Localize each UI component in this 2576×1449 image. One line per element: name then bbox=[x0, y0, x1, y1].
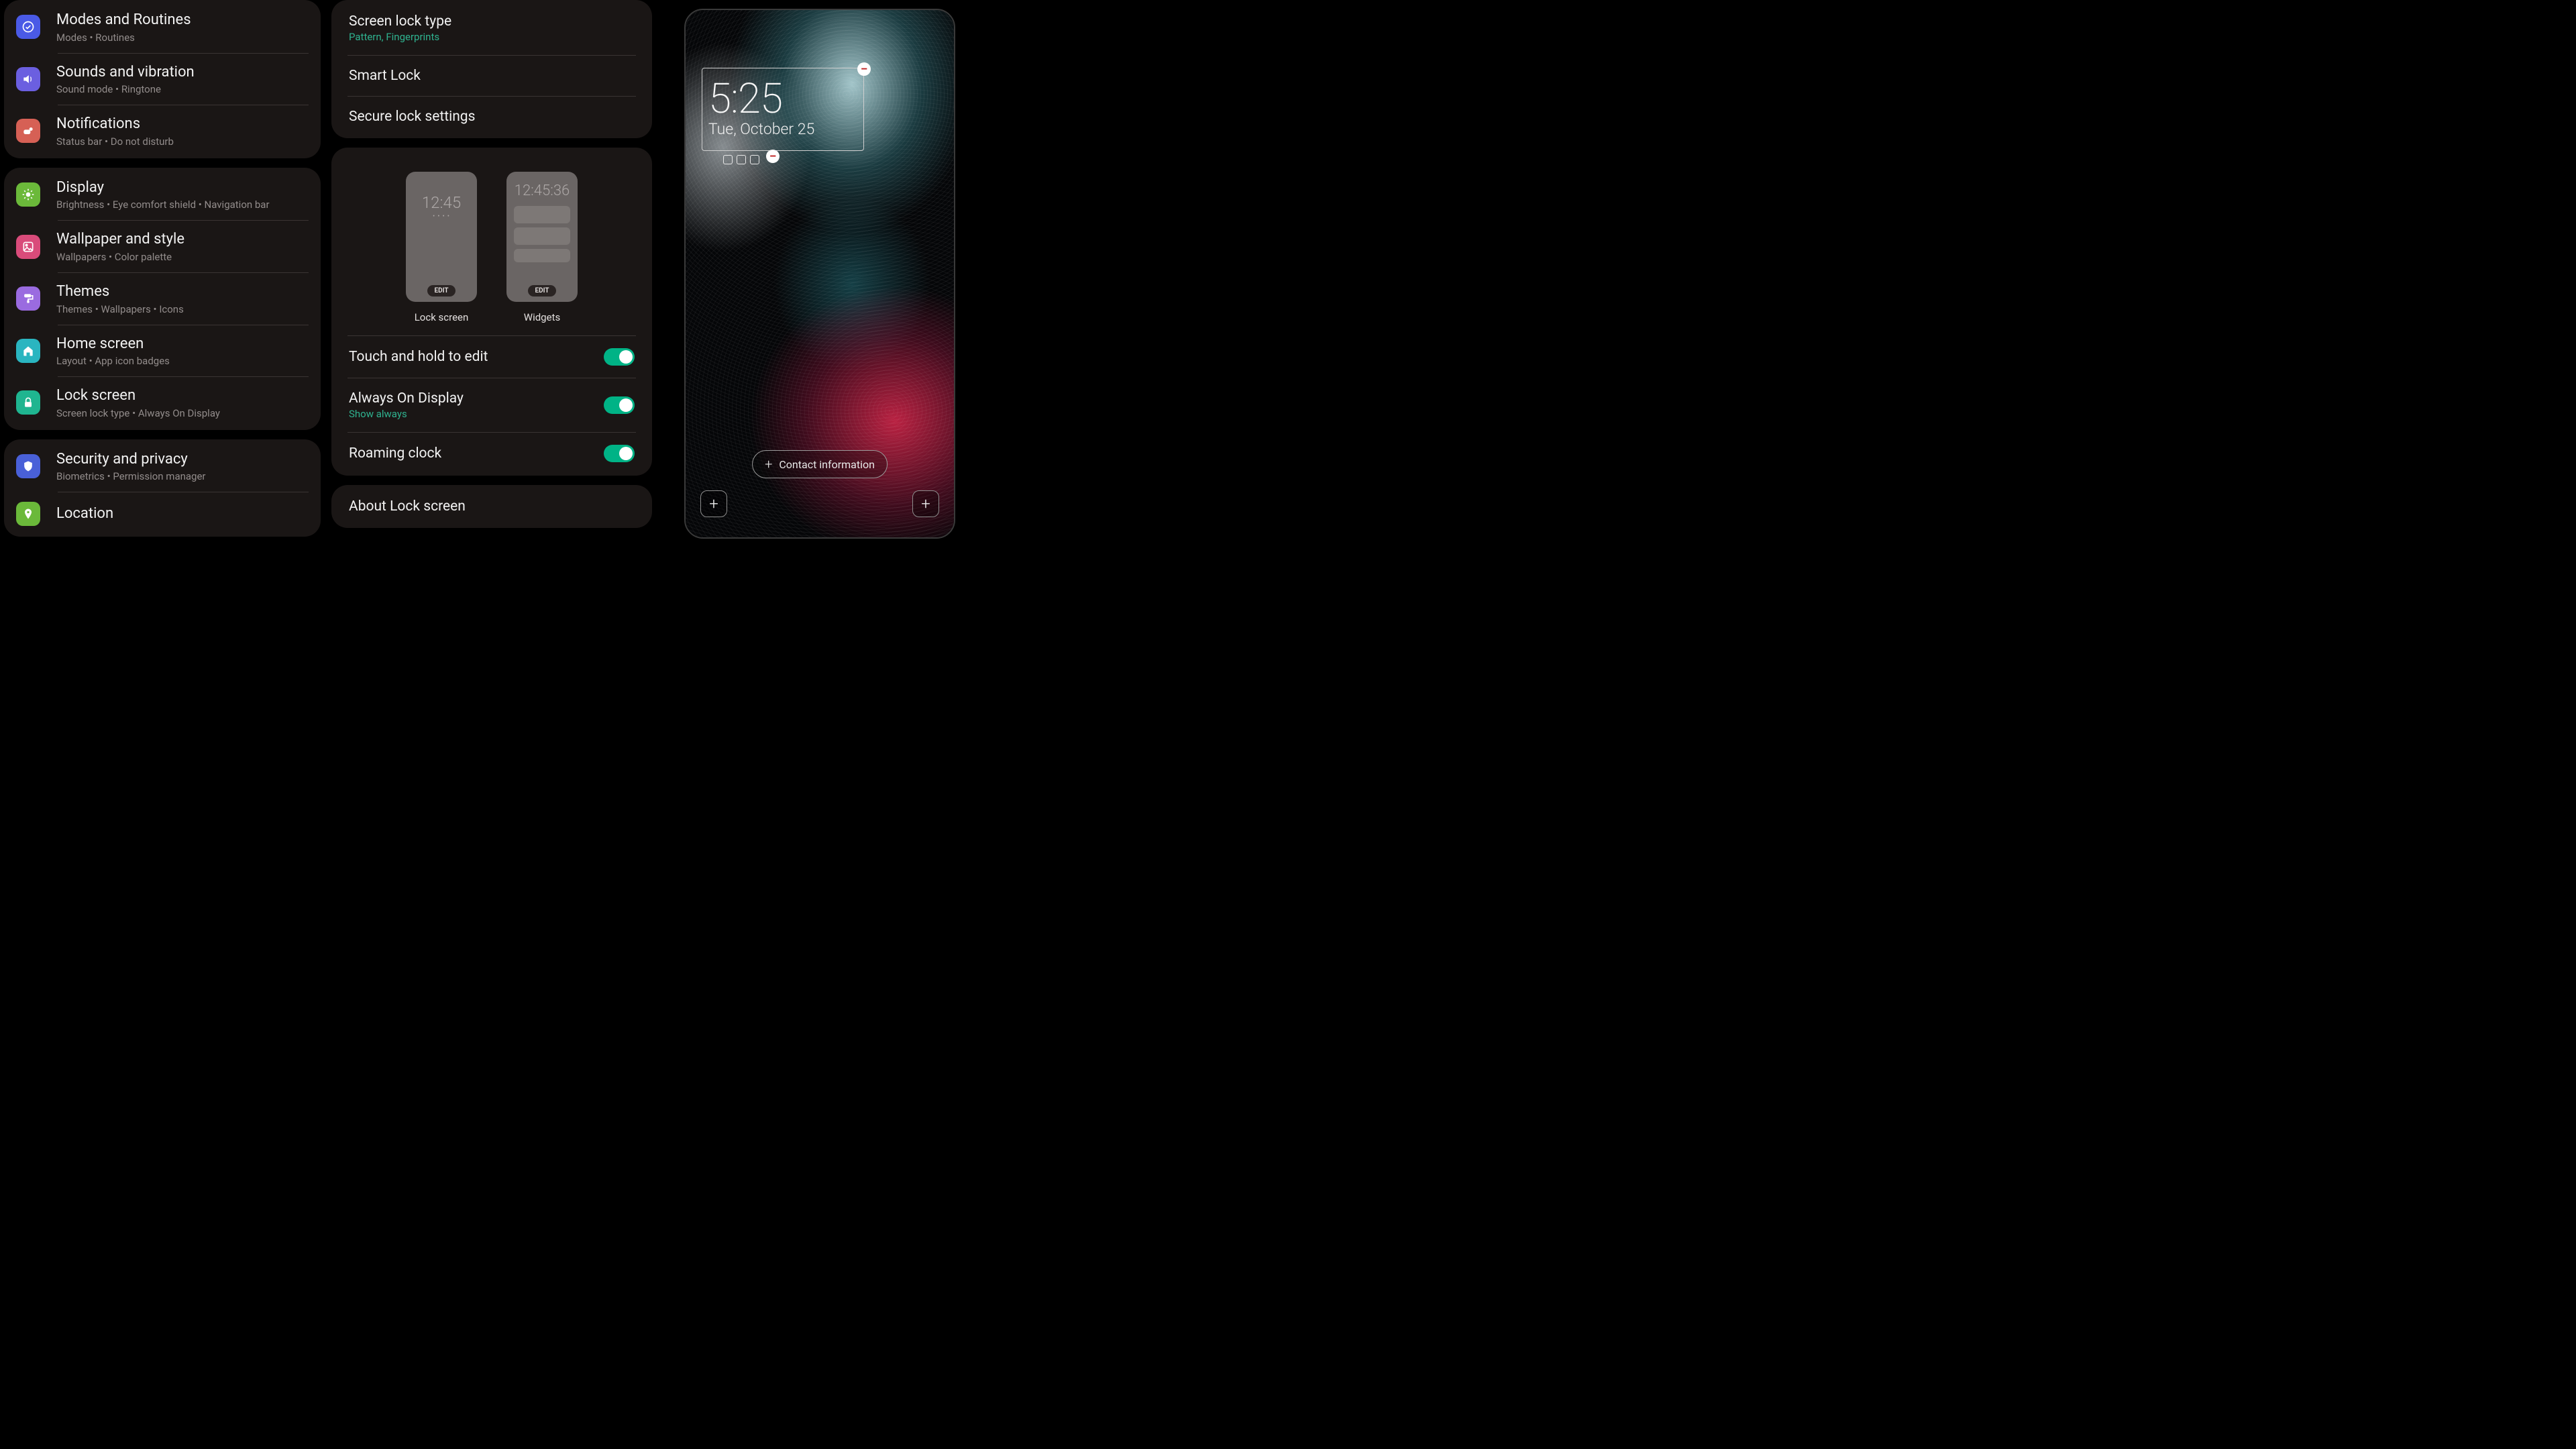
toggle-roaming-clock[interactable] bbox=[604, 445, 635, 462]
row-title: Location bbox=[56, 504, 309, 524]
row-title: Always On Display bbox=[349, 390, 604, 407]
preview-time: 12:45:36 bbox=[515, 182, 570, 199]
row-title: Smart Lock bbox=[349, 68, 421, 84]
preview-label: Lock screen bbox=[415, 311, 469, 323]
row-title: Roaming clock bbox=[349, 445, 604, 462]
row-title: Screen lock type bbox=[349, 13, 635, 30]
notification-icons-widget[interactable] bbox=[723, 155, 759, 164]
row-home-screen[interactable]: Home screen Layout • App icon badges bbox=[4, 325, 321, 377]
row-title: Sounds and vibration bbox=[56, 63, 309, 83]
row-title: Notifications bbox=[56, 115, 309, 134]
edit-button[interactable]: EDIT bbox=[427, 285, 455, 297]
row-title: Secure lock settings bbox=[349, 109, 475, 125]
lockscreen-editor: 5:25 Tue, October 25 – – + Contact infor… bbox=[663, 0, 977, 547]
add-shortcut-right[interactable]: + bbox=[912, 490, 939, 517]
row-display[interactable]: Display Brightness • Eye comfort shield … bbox=[4, 169, 321, 221]
mini-icon bbox=[723, 155, 733, 164]
phone-frame: 5:25 Tue, October 25 – – + Contact infor… bbox=[684, 9, 955, 539]
settings-group-1: Modes and Routines Modes • Routines Soun… bbox=[4, 0, 321, 158]
lock-security-card: Screen lock type Pattern, Fingerprints S… bbox=[331, 0, 652, 138]
row-subtitle: Biometrics • Permission manager bbox=[56, 470, 309, 482]
shield-icon bbox=[16, 454, 40, 478]
widgets-thumbnail: 12:45:36 EDIT bbox=[506, 172, 578, 302]
row-subtitle: Status bar • Do not disturb bbox=[56, 136, 309, 148]
settings-list: Modes and Routines Modes • Routines Soun… bbox=[0, 0, 325, 547]
row-subtitle: Brightness • Eye comfort shield • Naviga… bbox=[56, 199, 309, 211]
contact-information-button[interactable]: + Contact information bbox=[752, 450, 888, 478]
preview-widgets[interactable]: 12:45:36 EDIT Widgets bbox=[506, 172, 578, 323]
row-location[interactable]: Location bbox=[4, 492, 321, 535]
settings-group-2: Display Brightness • Eye comfort shield … bbox=[4, 168, 321, 430]
row-themes[interactable]: Themes Themes • Wallpapers • Icons bbox=[4, 273, 321, 325]
row-title: Touch and hold to edit bbox=[349, 349, 604, 365]
row-value: Show always bbox=[349, 408, 604, 420]
row-subtitle: Layout • App icon badges bbox=[56, 355, 309, 367]
preview-row: 12:45 • • • • EDIT Lock screen 12:45:36 … bbox=[331, 149, 652, 335]
row-secure-lock-settings[interactable]: Secure lock settings bbox=[331, 97, 652, 137]
row-lock-screen[interactable]: Lock screen Screen lock type • Always On… bbox=[4, 377, 321, 429]
remove-clock-button[interactable]: – bbox=[857, 62, 871, 76]
row-touch-hold-edit[interactable]: Touch and hold to edit bbox=[331, 336, 652, 378]
row-always-on-display[interactable]: Always On Display Show always bbox=[331, 378, 652, 432]
widget-bar bbox=[514, 206, 570, 223]
row-subtitle: Themes • Wallpapers • Icons bbox=[56, 303, 309, 315]
home-icon bbox=[16, 339, 40, 363]
row-roaming-clock[interactable]: Roaming clock bbox=[331, 433, 652, 474]
preview-label: Widgets bbox=[524, 311, 560, 323]
row-title: Modes and Routines bbox=[56, 11, 309, 30]
preview-time: 12:45 bbox=[422, 193, 461, 212]
lock-appearance-card: 12:45 • • • • EDIT Lock screen 12:45:36 … bbox=[331, 148, 652, 476]
widget-bar bbox=[514, 249, 570, 262]
toggle-aod[interactable] bbox=[604, 396, 635, 414]
lock-screen-settings: Screen lock type Pattern, Fingerprints S… bbox=[331, 0, 656, 547]
row-subtitle: Screen lock type • Always On Display bbox=[56, 407, 309, 419]
row-value: Pattern, Fingerprints bbox=[349, 31, 635, 43]
mini-icon bbox=[737, 155, 746, 164]
row-about-lock-screen[interactable]: About Lock screen bbox=[331, 486, 652, 527]
settings-group-3: Security and privacy Biometrics • Permis… bbox=[4, 439, 321, 537]
row-subtitle: Modes • Routines bbox=[56, 32, 309, 44]
check-circle-icon bbox=[16, 15, 40, 39]
toggle-touch-hold[interactable] bbox=[604, 348, 635, 366]
row-title: Wallpaper and style bbox=[56, 230, 309, 250]
add-shortcut-left[interactable]: + bbox=[700, 490, 727, 517]
paint-roller-icon bbox=[16, 286, 40, 311]
row-notifications[interactable]: Notifications Status bar • Do not distur… bbox=[4, 105, 321, 157]
location-pin-icon bbox=[16, 502, 40, 526]
preview-dots: • • • • bbox=[433, 213, 450, 220]
speaker-icon bbox=[16, 67, 40, 91]
row-title: Home screen bbox=[56, 335, 309, 354]
lockscreen-thumbnail: 12:45 • • • • EDIT bbox=[406, 172, 477, 302]
row-title: Security and privacy bbox=[56, 450, 309, 470]
row-subtitle: Wallpapers • Color palette bbox=[56, 251, 309, 263]
edit-button[interactable]: EDIT bbox=[528, 285, 555, 297]
lockscreen-overlay: 5:25 Tue, October 25 – – + Contact infor… bbox=[686, 10, 954, 537]
clock-time[interactable]: 5:25 bbox=[708, 74, 782, 123]
mini-icon bbox=[750, 155, 759, 164]
about-card: About Lock screen bbox=[331, 485, 652, 528]
row-title: About Lock screen bbox=[349, 498, 466, 515]
row-wallpaper-style[interactable]: Wallpaper and style Wallpapers • Color p… bbox=[4, 221, 321, 272]
row-screen-lock-type[interactable]: Screen lock type Pattern, Fingerprints bbox=[331, 1, 652, 55]
notification-icon bbox=[16, 119, 40, 143]
preview-lockscreen[interactable]: 12:45 • • • • EDIT Lock screen bbox=[406, 172, 477, 323]
remove-icons-button[interactable]: – bbox=[766, 150, 780, 163]
row-title: Lock screen bbox=[56, 386, 309, 406]
widget-bar bbox=[514, 227, 570, 245]
image-icon bbox=[16, 235, 40, 259]
row-smart-lock[interactable]: Smart Lock bbox=[331, 56, 652, 96]
contact-info-label: Contact information bbox=[779, 458, 875, 471]
plus-icon: + bbox=[765, 456, 772, 472]
row-modes-routines[interactable]: Modes and Routines Modes • Routines bbox=[4, 1, 321, 53]
lock-icon bbox=[16, 390, 40, 415]
row-title: Display bbox=[56, 178, 309, 198]
row-subtitle: Sound mode • Ringtone bbox=[56, 83, 309, 95]
brightness-icon bbox=[16, 182, 40, 207]
clock-date[interactable]: Tue, October 25 bbox=[708, 120, 814, 138]
row-title: Themes bbox=[56, 282, 309, 302]
row-security-privacy[interactable]: Security and privacy Biometrics • Permis… bbox=[4, 441, 321, 492]
row-sounds-vibration[interactable]: Sounds and vibration Sound mode • Ringto… bbox=[4, 54, 321, 105]
